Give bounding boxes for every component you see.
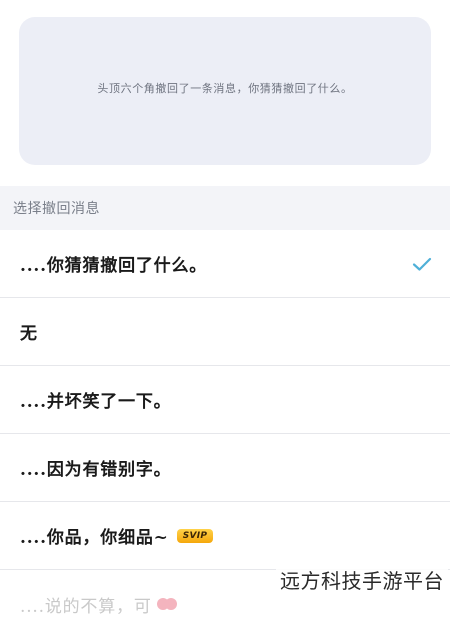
preview-text: 头顶六个角撤回了一条消息，你猜猜撤回了什么。 — [97, 82, 353, 95]
heart-emoji-icon — [156, 598, 177, 610]
option-label: ....说的不算，可 — [20, 596, 152, 617]
svip-badge: SVIP — [176, 528, 214, 543]
option-label: ....你猜猜撤回了什么。 — [20, 256, 208, 276]
option-item-savor[interactable]: ....你品，你细品~ SVIP — [0, 502, 450, 570]
option-item-none[interactable]: 无 — [0, 298, 450, 366]
option-item-smirk[interactable]: ....并坏笑了一下。 — [0, 366, 450, 434]
watermark-text: 远方科技手游平台 — [276, 563, 448, 596]
option-item-typo[interactable]: ....因为有错别字。 — [0, 434, 450, 502]
option-label: ....因为有错别字。 — [20, 460, 172, 480]
checkmark-icon — [412, 257, 432, 271]
section-title: 选择撤回消息 — [13, 201, 100, 217]
option-label: ....并坏笑了一下。 — [20, 392, 172, 412]
option-label: 无 — [20, 324, 38, 344]
recall-preview-card: 头顶六个角撤回了一条消息，你猜猜撤回了什么。 — [19, 17, 431, 165]
section-header: 选择撤回消息 — [0, 186, 450, 230]
option-label: ....你品，你细品~ — [20, 528, 169, 548]
option-item-guess[interactable]: ....你猜猜撤回了什么。 — [0, 230, 450, 298]
